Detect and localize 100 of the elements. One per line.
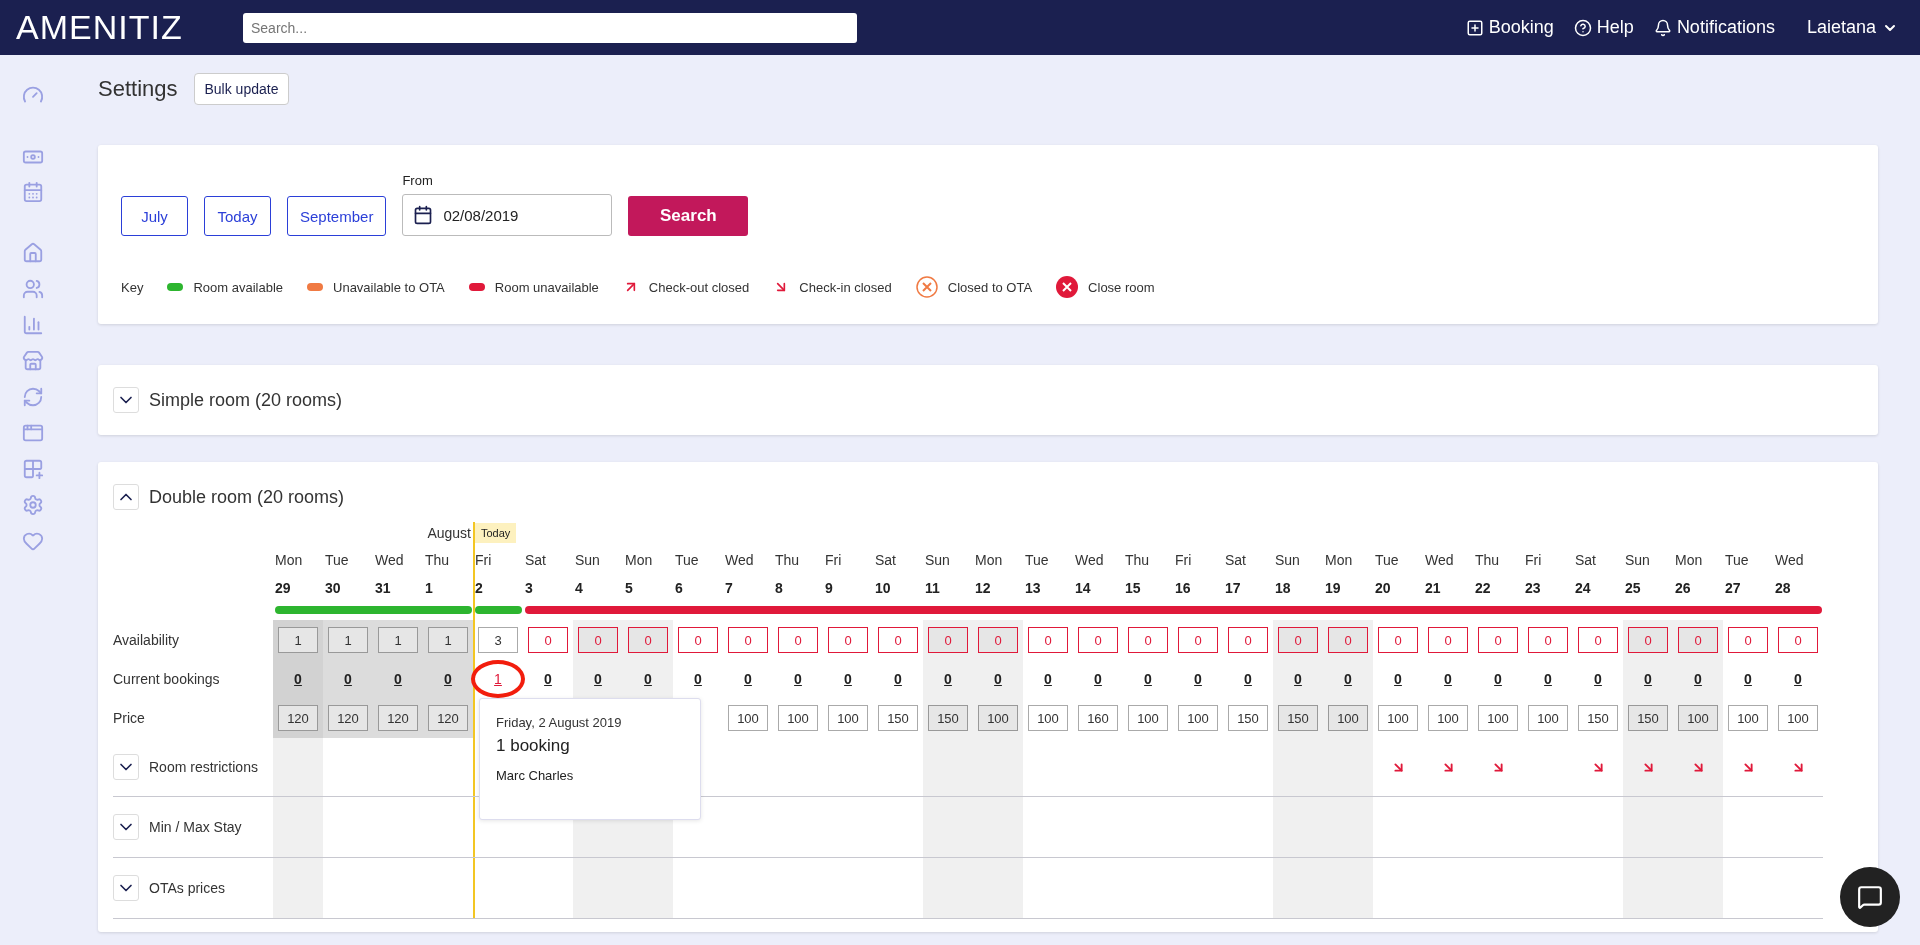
price-field[interactable]: 150: [1228, 705, 1268, 731]
expand-button[interactable]: [113, 387, 139, 413]
availability-field[interactable]: 0: [1278, 627, 1318, 653]
bookings-link[interactable]: 0: [1794, 671, 1802, 687]
nav-button[interactable]: July: [121, 196, 188, 236]
refresh-icon[interactable]: [22, 386, 44, 408]
availability-field[interactable]: 0: [1328, 627, 1368, 653]
price-field[interactable]: 100: [1128, 705, 1168, 731]
availability-field[interactable]: 1: [428, 627, 468, 653]
bookings-link[interactable]: 1: [494, 671, 502, 687]
price-field[interactable]: 100: [1678, 705, 1718, 731]
price-field[interactable]: 100: [1728, 705, 1768, 731]
availability-field[interactable]: 0: [728, 627, 768, 653]
price-field[interactable]: 120: [328, 705, 368, 731]
users-icon[interactable]: [22, 278, 44, 300]
bookings-link[interactable]: 0: [1494, 671, 1502, 687]
header-link[interactable]: Help: [1573, 17, 1634, 38]
availability-field[interactable]: 0: [1728, 627, 1768, 653]
bookings-link[interactable]: 0: [1544, 671, 1552, 687]
bookings-link[interactable]: 0: [1344, 671, 1352, 687]
bookings-link[interactable]: 0: [644, 671, 652, 687]
price-field[interactable]: 150: [1578, 705, 1618, 731]
availability-field[interactable]: 0: [1028, 627, 1068, 653]
bookings-link[interactable]: 0: [1444, 671, 1452, 687]
availability-field[interactable]: 0: [1578, 627, 1618, 653]
price-field[interactable]: 100: [1028, 705, 1068, 731]
availability-field[interactable]: 0: [628, 627, 668, 653]
date-field[interactable]: 02/08/2019: [402, 194, 613, 236]
availability-field[interactable]: 0: [978, 627, 1018, 653]
price-field[interactable]: 100: [828, 705, 868, 731]
expand-button[interactable]: [113, 484, 139, 510]
availability-field[interactable]: 1: [328, 627, 368, 653]
price-field[interactable]: 160: [1078, 705, 1118, 731]
price-field[interactable]: 100: [1528, 705, 1568, 731]
bookings-link[interactable]: 0: [844, 671, 852, 687]
price-field[interactable]: 100: [778, 705, 818, 731]
home-icon[interactable]: [22, 242, 44, 264]
calendar-icon[interactable]: [22, 181, 44, 203]
availability-field[interactable]: 1: [278, 627, 318, 653]
bookings-link[interactable]: 0: [1044, 671, 1052, 687]
availability-field[interactable]: 0: [828, 627, 868, 653]
bookings-link[interactable]: 0: [544, 671, 552, 687]
bookings-link[interactable]: 0: [1094, 671, 1102, 687]
expand-button[interactable]: [113, 754, 139, 780]
availability-field[interactable]: 0: [678, 627, 718, 653]
price-field[interactable]: 120: [278, 705, 318, 731]
bookings-link[interactable]: 0: [1694, 671, 1702, 687]
bookings-link[interactable]: 0: [944, 671, 952, 687]
price-field[interactable]: 150: [928, 705, 968, 731]
bookings-link[interactable]: 0: [994, 671, 1002, 687]
availability-field[interactable]: 0: [778, 627, 818, 653]
availability-field[interactable]: 0: [578, 627, 618, 653]
availability-field[interactable]: 0: [878, 627, 918, 653]
bookings-link[interactable]: 0: [694, 671, 702, 687]
bookings-link[interactable]: 0: [594, 671, 602, 687]
bookings-link[interactable]: 0: [394, 671, 402, 687]
header-link[interactable]: Booking: [1465, 17, 1554, 38]
store-icon[interactable]: [22, 350, 44, 372]
bookings-link[interactable]: 0: [1744, 671, 1752, 687]
bookings-link[interactable]: 0: [344, 671, 352, 687]
bookings-link[interactable]: 0: [1644, 671, 1652, 687]
price-field[interactable]: 100: [1378, 705, 1418, 731]
grid-plus-icon[interactable]: [22, 458, 44, 480]
bookings-link[interactable]: 0: [1294, 671, 1302, 687]
bookings-link[interactable]: 0: [794, 671, 802, 687]
bookings-link[interactable]: 0: [1394, 671, 1402, 687]
availability-field[interactable]: 0: [528, 627, 568, 653]
nav-button[interactable]: Today: [204, 196, 271, 236]
price-field[interactable]: 150: [1278, 705, 1318, 731]
availability-field[interactable]: 0: [1178, 627, 1218, 653]
user-menu[interactable]: Laietana: [1806, 17, 1898, 38]
search-button[interactable]: Search: [628, 196, 749, 236]
search-field[interactable]: Search...: [243, 12, 857, 43]
availability-field[interactable]: 0: [1628, 627, 1668, 653]
price-field[interactable]: 100: [1428, 705, 1468, 731]
price-field[interactable]: 100: [728, 705, 768, 731]
availability-field[interactable]: 0: [1078, 627, 1118, 653]
price-field[interactable]: 150: [1628, 705, 1668, 731]
price-field[interactable]: 120: [428, 705, 468, 731]
expand-button[interactable]: [113, 875, 139, 901]
price-field[interactable]: 120: [378, 705, 418, 731]
settings-icon[interactable]: [22, 494, 44, 516]
nav-button[interactable]: September: [287, 196, 387, 236]
window-icon[interactable]: [22, 422, 44, 444]
header-link[interactable]: Notifications: [1653, 17, 1775, 38]
availability-field[interactable]: 1: [378, 627, 418, 653]
price-field[interactable]: 100: [978, 705, 1018, 731]
availability-field[interactable]: 0: [1478, 627, 1518, 653]
price-field[interactable]: 100: [1478, 705, 1518, 731]
availability-field[interactable]: 0: [1378, 627, 1418, 653]
price-field[interactable]: 150: [878, 705, 918, 731]
logo[interactable]: AMENITIZ: [16, 8, 243, 47]
availability-field[interactable]: 0: [1128, 627, 1168, 653]
price-field[interactable]: 100: [1178, 705, 1218, 731]
bookings-link[interactable]: 0: [1144, 671, 1152, 687]
bookings-link[interactable]: 0: [894, 671, 902, 687]
bookings-link[interactable]: 0: [744, 671, 752, 687]
availability-field[interactable]: 0: [1428, 627, 1468, 653]
bookings-link[interactable]: 0: [444, 671, 452, 687]
bookings-link[interactable]: 0: [1594, 671, 1602, 687]
